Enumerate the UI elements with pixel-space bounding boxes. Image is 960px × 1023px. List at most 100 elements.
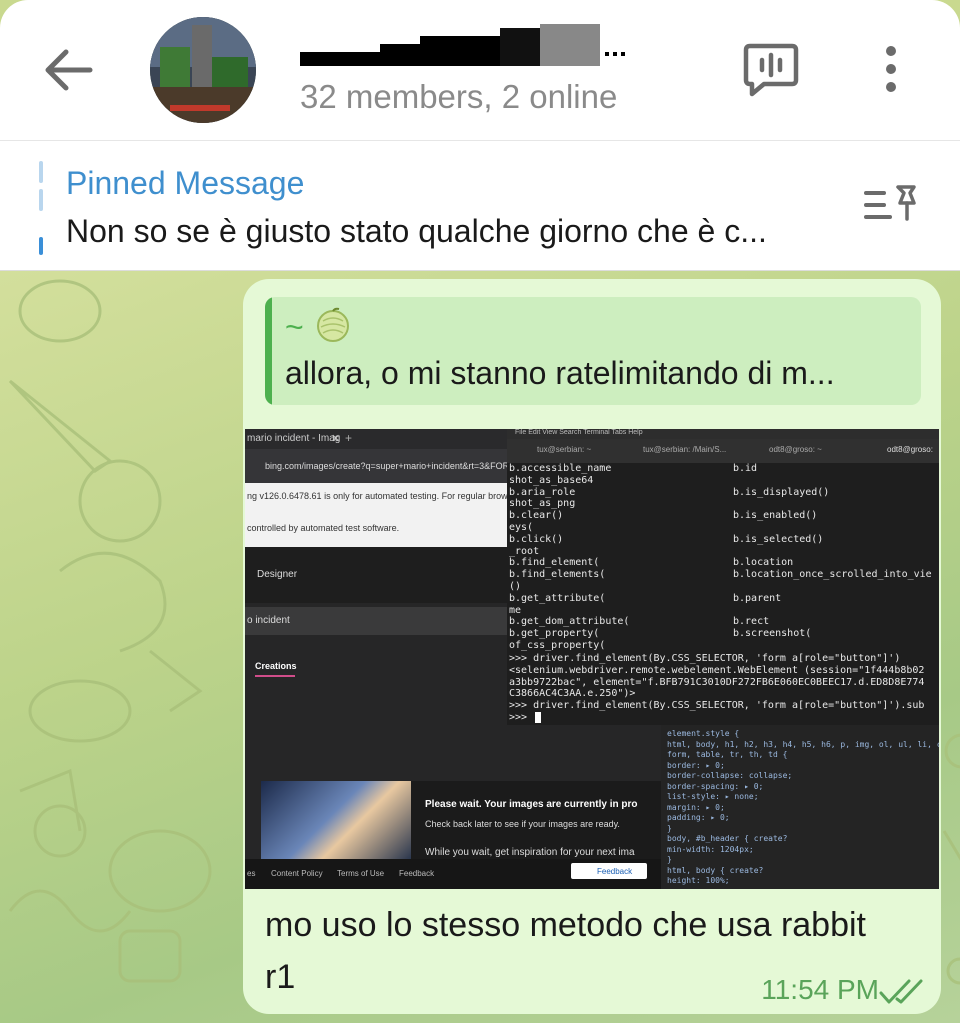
terminal-line: shot_as_png (509, 498, 576, 510)
terminal-line: b.get_dom_attribute( (509, 616, 630, 628)
terminal-line: >>> driver.find_element(By.CSS_SELECTOR,… (509, 653, 901, 664)
terminal-line: shot_as_base64 (509, 474, 594, 486)
avatar-image (150, 17, 256, 123)
terminal-line: b.is_selected() (733, 533, 824, 545)
search-term: o incident (247, 615, 290, 626)
doodle-pattern (8, 279, 212, 983)
devtools-line: border-collapse: collapse; (667, 771, 793, 780)
browser-tabbar: mario incident - Imag ✕ + (245, 429, 507, 449)
terminal-line: me (509, 604, 522, 616)
devtools-line: element.style { (667, 729, 740, 738)
terminal-tab: odt8@groso: ~ (769, 445, 822, 454)
devtools-line: body, #b_header { create? (667, 834, 788, 843)
devtools-line: } (667, 823, 672, 833)
chat-background: ~ allora, o mi stanno ratelimitando di m… (0, 271, 960, 1023)
terminal-line: b.id (733, 463, 758, 474)
terminal-tab: tux@serbian: /Main/S... (643, 445, 727, 454)
terminal-line: () (509, 581, 522, 592)
terminal-line: <selenium.webdriver.remote.webelement.We… (509, 664, 925, 676)
terminal-menubar: File Edit View Search Terminal Tabs Help (507, 429, 939, 439)
terminal-line: b.find_element( (509, 557, 600, 569)
pin-indicator-active (39, 237, 43, 255)
devtools-line: border: ▸ 0; (667, 760, 725, 770)
footer-link: Content Policy (271, 869, 323, 878)
devtools-line: form, table, tr, th, td { (667, 750, 788, 759)
melon-emoji-icon (317, 307, 349, 342)
terminal-tabbar: tux@serbian: ~ tux@serbian: /Main/S... o… (507, 439, 939, 463)
terminal-line: b.get_property( (509, 628, 600, 640)
group-avatar[interactable] (150, 17, 256, 123)
pinned-text: Non so se è giusto stato qualche giorno … (66, 213, 767, 249)
new-tab-icon: + (345, 431, 353, 445)
terminal-line: b.accessible_name (509, 463, 612, 474)
devtools-styles-panel: element.style {html, body, h1, h2, h3, h… (661, 725, 939, 889)
terminal-line: b.is_enabled() (733, 510, 818, 522)
devtools-line: list-style: ▸ none; (667, 792, 759, 801)
voice-chat-icon[interactable] (742, 40, 800, 98)
terminal-line: b.find_elements( (509, 569, 606, 581)
chat-header: 32 members, 2 online (0, 0, 960, 140)
terminal-line: C3866AC4C3AA.e.250")> (509, 688, 636, 700)
pin-indicator-segment (39, 161, 43, 183)
terminal-line: b.aria_role (509, 486, 576, 498)
doodle-pattern-right (942, 733, 960, 985)
pinned-message-bar[interactable]: Pinned Message Non so se è giusto stato … (0, 141, 960, 271)
message-bubble[interactable]: ~ allora, o mi stanno ratelimitando di m… (243, 279, 941, 1014)
reply-sender-name: ~ (285, 309, 304, 345)
terminal-cursor (535, 712, 541, 723)
double-check-read-icon (879, 979, 923, 1004)
creations-underline (255, 675, 295, 677)
devtools-line: padding: ▸ 0; (667, 813, 730, 822)
terminal-window: File Edit View Search Terminal Tabs Help… (507, 429, 939, 725)
message-photo[interactable]: mario incident - Imag ✕ + bing.com/image… (245, 429, 939, 889)
terminal-tab-active: odt8@groso: (887, 445, 933, 454)
terminal-menu: File Edit View Search Terminal Tabs Help (515, 429, 643, 436)
more-options-icon[interactable] (876, 44, 906, 94)
terminal-line: of_css_property( (509, 640, 606, 651)
member-count: 32 members, 2 online (300, 78, 618, 115)
pin-list-icon[interactable] (862, 183, 920, 225)
terminal-line: b.rect (733, 616, 770, 628)
browser-urlbar: bing.com/images/create?q=super+mario+inc… (245, 449, 510, 483)
devtools-line: height: 100%; (667, 876, 730, 885)
pin-indicator-segment (39, 189, 43, 211)
devtools-line: margin: ▸ 0; (667, 802, 725, 812)
terminal-line: b.parent (733, 592, 782, 604)
devtools-line: border-spacing: ▸ 0; (667, 781, 764, 791)
wait-subtitle: Check back later to see if your images a… (425, 819, 620, 829)
pinned-title: Pinned Message (66, 165, 305, 201)
terminal-line: >>> (509, 712, 528, 723)
creations-tab: Creations (255, 661, 297, 671)
devtools-line: } (667, 855, 672, 864)
tab-close-icon: ✕ (331, 433, 341, 445)
feedback-button-label: Feedback (597, 867, 633, 876)
browser-tab-title: mario incident - Imag (247, 433, 341, 444)
reply-preview-text: allora, o mi stanno ratelimitando di m..… (285, 355, 835, 391)
infobar-line-1: ng v126.0.6478.61 is only for automated … (247, 491, 520, 501)
designer-link: Designer (257, 569, 298, 580)
url-text: bing.com/images/create?q=super+mario+inc… (265, 461, 510, 471)
reply-accent-bar (265, 297, 272, 405)
footer-link: Feedback (399, 869, 435, 878)
terminal-line: b.get_attribute( (509, 592, 606, 604)
devtools-line: min-width: 1204px; (667, 844, 754, 854)
automation-infobar: ng v126.0.6478.61 is only for automated … (245, 483, 519, 547)
terminal-line: b.clear() (509, 510, 564, 522)
terminal-tab: tux@serbian: ~ (537, 445, 592, 454)
back-arrow-icon[interactable] (40, 44, 96, 96)
devtools-line: html, body { create? (667, 865, 764, 875)
terminal-line: >>> driver.find_element(By.CSS_SELECTOR,… (509, 700, 925, 712)
group-title-redacted (300, 24, 625, 66)
terminal-line: _root (509, 545, 540, 557)
footer-link: Terms of Use (337, 869, 385, 878)
terminal-line: a3bb9722bac", element="f.BFB791C3010DF27… (509, 676, 925, 688)
reply-quote[interactable]: ~ allora, o mi stanno ratelimitando di m… (265, 297, 921, 405)
terminal-line: eys( (509, 522, 534, 533)
terminal-line: b.is_displayed() (733, 486, 830, 498)
wait-inspiration: While you wait, get inspiration for your… (425, 847, 635, 858)
message-time: 11:54 PM (761, 974, 879, 1005)
terminal-line: b.click() (509, 533, 564, 545)
generated-image-thumb (261, 781, 411, 863)
wait-title: Please wait. Your images are currently i… (425, 799, 638, 810)
footer-link: es (247, 869, 256, 878)
